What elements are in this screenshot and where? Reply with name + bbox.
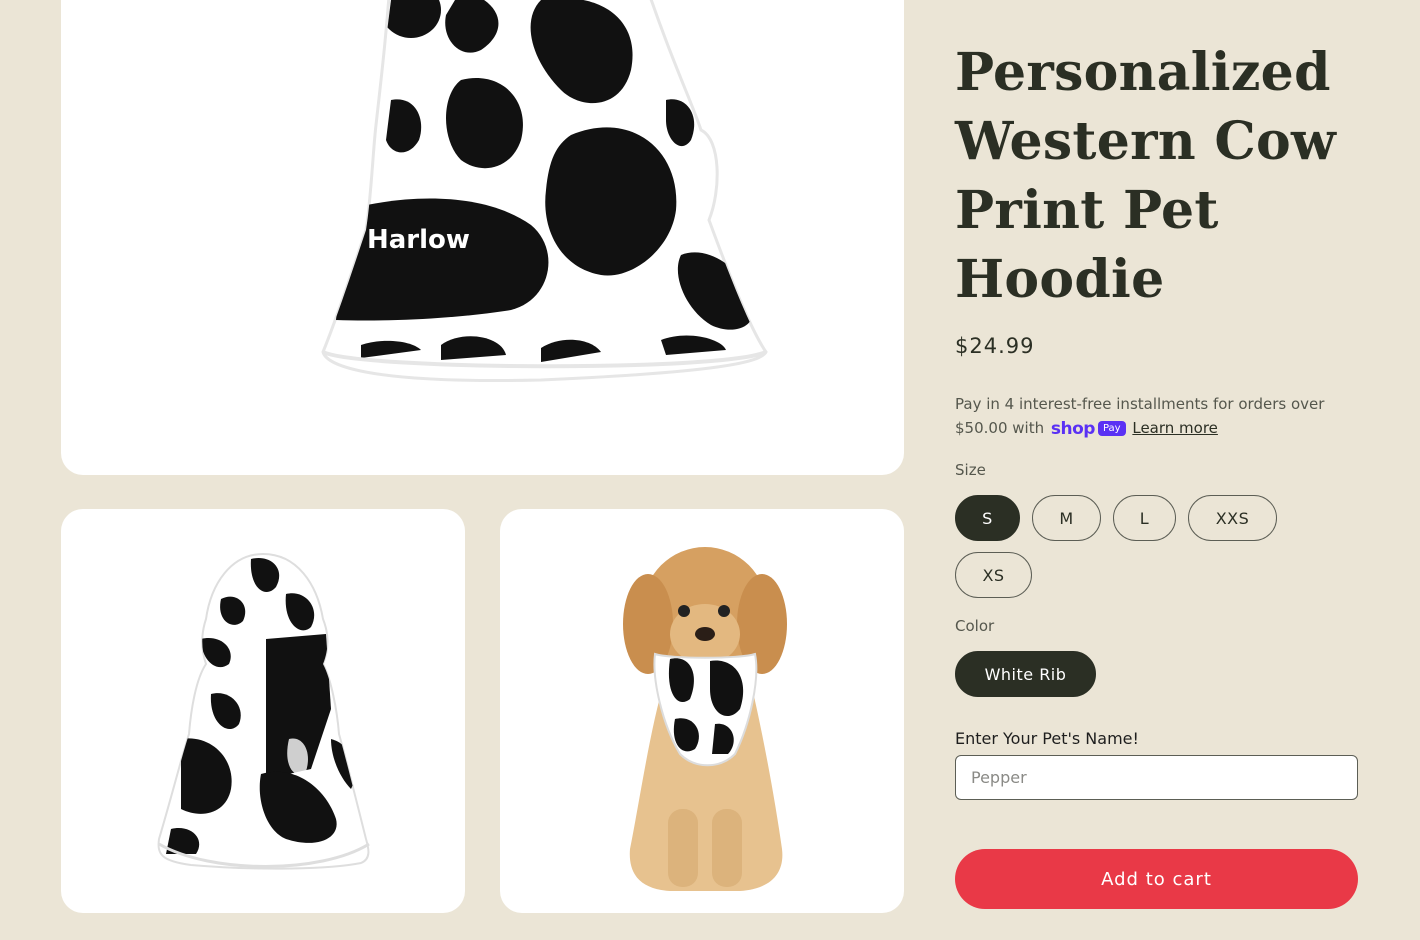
size-option-m[interactable]: M [1032, 495, 1101, 541]
pet-name-input[interactable] [955, 755, 1358, 800]
add-to-cart-button[interactable]: Add to cart [955, 849, 1358, 909]
product-title: Personalized Western Cow Print Pet Hoodi… [955, 42, 1337, 310]
dog-illustration [623, 547, 787, 891]
color-option-white-rib[interactable]: White Rib [955, 651, 1096, 697]
product-info: Personalized Western Cow Print Pet Hoodi… [955, 38, 1360, 314]
size-option-xxs[interactable]: XXS [1188, 495, 1277, 541]
product-price: $24.99 [955, 334, 1035, 358]
thumbnail-hoodie-image[interactable] [61, 509, 465, 913]
thumbnail-dog-image[interactable] [500, 509, 904, 913]
size-option-xs[interactable]: XS [955, 552, 1032, 598]
size-option-s[interactable]: S [955, 495, 1020, 541]
size-option-l[interactable]: L [1113, 495, 1176, 541]
shop-pay-logo: shop Pay [1051, 417, 1126, 441]
hoodie-front-illustration [157, 552, 370, 870]
hoodie-back-illustration: Harlow [321, 0, 768, 382]
installments-message: Pay in 4 interest-free installments for … [955, 392, 1355, 441]
learn-more-link[interactable]: Learn more [1132, 419, 1218, 437]
main-product-image[interactable]: Harlow [61, 0, 904, 475]
pet-name-label: Enter Your Pet's Name! [955, 729, 1139, 748]
pay-badge: Pay [1097, 421, 1126, 436]
shop-word: shop [1050, 418, 1096, 439]
size-label: Size [955, 461, 986, 479]
color-label: Color [955, 617, 995, 635]
print-name-text: Harlow [367, 225, 470, 255]
